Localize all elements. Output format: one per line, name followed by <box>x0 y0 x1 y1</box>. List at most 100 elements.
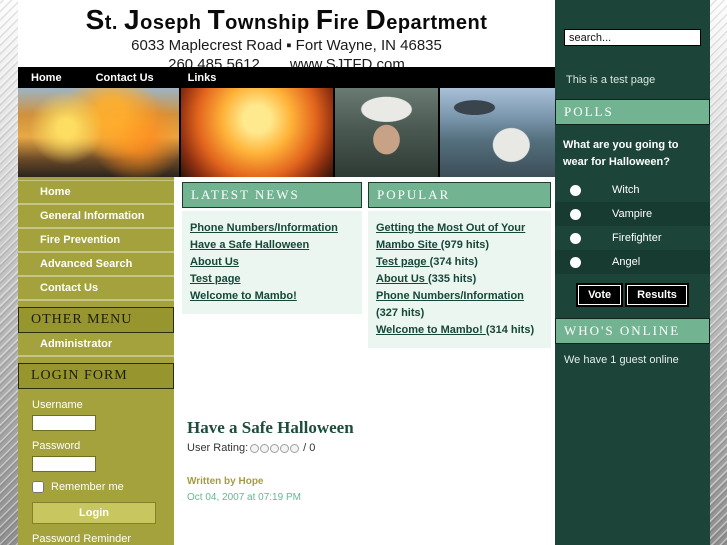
remember-me-row: Remember me <box>32 481 164 493</box>
poll-buttons-row: Vote Results <box>555 285 710 305</box>
poll-option-angel[interactable]: Angel <box>555 250 710 274</box>
phone-number: 260.485.5612 <box>168 56 260 67</box>
popular-hits: (314 hits) <box>485 324 535 337</box>
popular-link-about-us[interactable]: About Us <box>376 273 428 285</box>
center-content: LATEST NEWS Phone Numbers/Information Ha… <box>174 177 555 545</box>
sidebar-item-fire-prevention[interactable]: Fire Prevention <box>18 229 174 253</box>
popular-item: About Us (335 hits) <box>376 271 543 288</box>
site-address: 6033 Maplecrest Road ▪ Fort Wayne, IN 46… <box>131 37 442 54</box>
news-link-about-us[interactable]: About Us <box>190 254 354 271</box>
username-label: Username <box>32 399 83 411</box>
rating-circle-icon[interactable] <box>270 443 280 453</box>
latest-news-body: Phone Numbers/Information Have a Safe Ha… <box>182 211 362 315</box>
poll-question: What are you going to wear for Halloween… <box>563 139 679 168</box>
results-button[interactable]: Results <box>627 285 687 305</box>
content-columns: Home General Information Fire Prevention… <box>18 177 555 545</box>
rating-value: / 0 <box>303 442 316 455</box>
site-header: St. Joseph Township Fire Department 6033… <box>18 0 555 67</box>
sidebar-item-administrator[interactable]: Administrator <box>18 333 174 357</box>
other-menu-header: OTHER MENU <box>18 307 174 333</box>
popular-hits: (979 hits) <box>440 239 490 252</box>
user-rating-row: User Rating: / 0 <box>187 442 555 454</box>
article-halloween: Have a Safe Halloween User Rating: / 0 W… <box>182 418 555 503</box>
poll-options: Witch Vampire Firefighter Angel <box>555 178 710 274</box>
test-page-link[interactable]: This is a test page <box>566 74 710 86</box>
user-rating-label: User Rating: <box>187 442 249 455</box>
search-input[interactable] <box>564 29 701 46</box>
sidebar-item-advanced-search[interactable]: Advanced Search <box>18 253 174 277</box>
banner-photo-house-fire <box>18 88 179 177</box>
poll-option-firefighter[interactable]: Firefighter <box>555 226 710 250</box>
poll-option-label: Vampire <box>612 208 653 220</box>
whos-online-text: We have 1 guest online <box>564 354 679 366</box>
left-sidebar-menu: Home General Information Fire Prevention… <box>18 177 174 545</box>
right-sidebar: This is a test page POLLS What are you g… <box>555 0 710 545</box>
remember-me-checkbox[interactable] <box>32 481 44 493</box>
popular-link-phone-numbers[interactable]: Phone Numbers/Information <box>376 290 524 302</box>
popular-item: Phone Numbers/Information (327 hits) <box>376 288 543 322</box>
rating-circle-icon[interactable] <box>290 443 300 453</box>
popular-link-test-page[interactable]: Test page <box>376 256 430 268</box>
sidebar-item-general-information[interactable]: General Information <box>18 205 174 229</box>
latest-news-module: LATEST NEWS Phone Numbers/Information Ha… <box>182 182 362 348</box>
rating-circle-icon[interactable] <box>250 443 260 453</box>
poll-option-vampire[interactable]: Vampire <box>555 202 710 226</box>
popular-item: Welcome to Mambo! (314 hits) <box>376 322 543 339</box>
banner-photo-firefighter-portrait <box>335 88 438 177</box>
rating-circle-icon[interactable] <box>260 443 270 453</box>
top-nav: Home Contact Us Links <box>18 67 555 88</box>
vote-button[interactable]: Vote <box>578 285 622 305</box>
remember-me-label: Remember me <box>51 481 124 493</box>
poll-option-label: Angel <box>612 256 641 268</box>
poll-option-label: Firefighter <box>612 232 662 244</box>
login-form-header: LOGIN FORM <box>18 363 174 389</box>
news-link-test-page[interactable]: Test page <box>190 271 354 288</box>
modules-row: LATEST NEWS Phone Numbers/Information Ha… <box>182 182 555 349</box>
nav-item-links[interactable]: Links <box>188 72 217 84</box>
popular-link-welcome-mambo[interactable]: Welcome to Mambo! <box>376 324 486 336</box>
login-form: Username Password Remember me Login Pass… <box>18 389 174 545</box>
username-field[interactable] <box>32 415 96 431</box>
main-column: St. Joseph Township Fire Department 6033… <box>18 0 555 545</box>
news-link-welcome-mambo[interactable]: Welcome to Mambo! <box>190 288 354 305</box>
site-title: St. Joseph Township Fire Department <box>85 4 488 35</box>
radio-icon[interactable] <box>570 232 581 244</box>
popular-body: Getting the Most Out of Your Mambo Site … <box>368 211 551 349</box>
rating-circle-icon[interactable] <box>280 443 290 453</box>
radio-icon[interactable] <box>570 184 581 196</box>
article-title[interactable]: Have a Safe Halloween <box>187 418 555 438</box>
password-field[interactable] <box>32 456 96 472</box>
radio-icon[interactable] <box>570 208 581 220</box>
banner-photo-rescue-scene <box>440 88 555 177</box>
sidebar-item-home[interactable]: Home <box>18 180 174 205</box>
article-date: Oct 04, 2007 at 07:19 PM <box>187 492 301 504</box>
poll-option-witch[interactable]: Witch <box>555 178 710 202</box>
password-label: Password <box>32 440 81 452</box>
news-link-halloween[interactable]: Have a Safe Halloween <box>190 237 354 254</box>
poll-option-label: Witch <box>612 184 640 196</box>
page-container: St. Joseph Township Fire Department 6033… <box>18 0 710 545</box>
popular-item: Test page (374 hits) <box>376 254 543 271</box>
popular-item: Getting the Most Out of Your Mambo Site … <box>376 220 543 254</box>
popular-module: POPULAR Getting the Most Out of Your Mam… <box>368 182 551 349</box>
popular-hits: (335 hits) <box>427 273 477 286</box>
popular-hits: (374 hits) <box>429 256 478 269</box>
news-link-phone-numbers[interactable]: Phone Numbers/Information <box>190 220 354 237</box>
polls-header: POLLS <box>555 99 710 125</box>
whos-online-header: WHO'S ONLINE <box>555 318 710 344</box>
login-button[interactable]: Login <box>32 502 156 524</box>
page-background: St. Joseph Township Fire Department 6033… <box>0 0 727 545</box>
rating-stars[interactable] <box>250 443 300 453</box>
nav-item-contact-us[interactable]: Contact Us <box>96 72 154 84</box>
popular-header: POPULAR <box>368 182 551 208</box>
site-url: www.SJTFD.com <box>289 56 405 67</box>
latest-news-header: LATEST NEWS <box>182 182 362 208</box>
article-byline: Written by Hope <box>187 476 264 488</box>
sidebar-item-contact-us[interactable]: Contact Us <box>18 277 174 301</box>
password-reminder-link[interactable]: Password Reminder <box>32 533 164 545</box>
nav-item-home[interactable]: Home <box>31 72 62 84</box>
banner-photo-flames-closeup <box>181 88 333 177</box>
popular-hits: (327 hits) <box>376 307 425 320</box>
radio-icon[interactable] <box>570 256 581 268</box>
site-phone-line: 260.485.5612 www.SJTFD.com <box>18 56 555 67</box>
